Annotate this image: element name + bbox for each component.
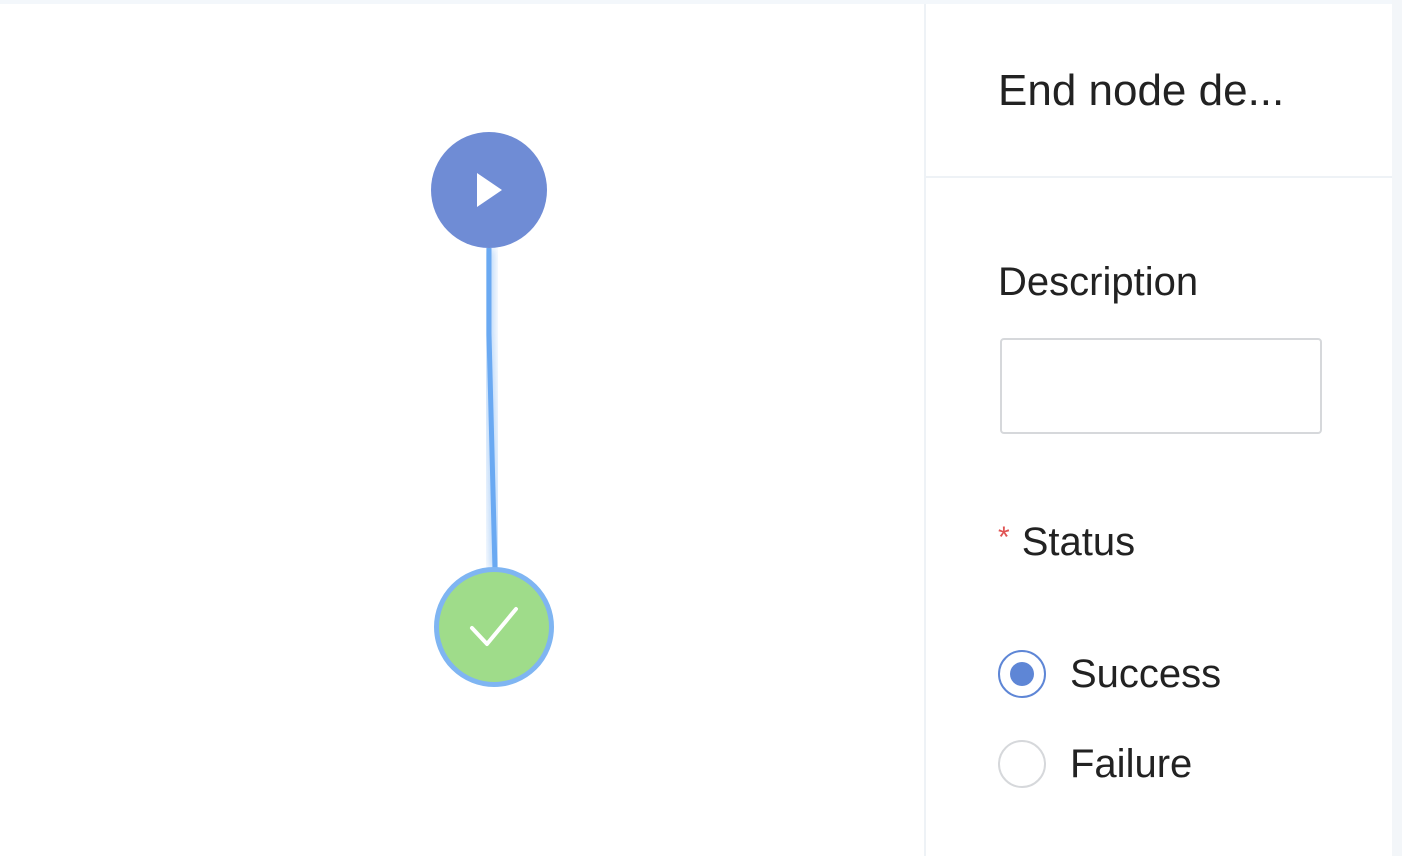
edge-connector	[486, 248, 498, 571]
window-right-edge	[1392, 0, 1402, 856]
description-input[interactable]	[1000, 338, 1322, 434]
start-node[interactable]	[431, 132, 547, 248]
edge-line	[486, 248, 498, 571]
status-option-label: Success	[1070, 652, 1222, 696]
radio-unchecked-icon[interactable]	[998, 740, 1046, 788]
radio-checked-icon[interactable]	[998, 650, 1046, 698]
description-label: Description	[998, 260, 1199, 304]
status-option-label: Failure	[1070, 742, 1193, 786]
node-details-panel: End node de... Description * Status Succe…	[924, 4, 1392, 856]
status-label-row: * Status	[998, 518, 1135, 570]
workflow-canvas[interactable]	[0, 4, 924, 856]
status-option-success[interactable]: Success	[998, 648, 1221, 700]
check-icon	[470, 607, 518, 646]
status-label: Status	[1021, 520, 1136, 564]
panel-header: End node de...	[926, 4, 1392, 178]
end-node[interactable]	[434, 567, 554, 687]
required-marker: *	[998, 521, 1010, 554]
workflow-editor: End node de... Description * Status Succe…	[0, 0, 1402, 856]
play-icon	[477, 173, 502, 207]
status-option-failure[interactable]: Failure	[998, 738, 1192, 790]
panel-title: End node de...	[998, 66, 1285, 115]
